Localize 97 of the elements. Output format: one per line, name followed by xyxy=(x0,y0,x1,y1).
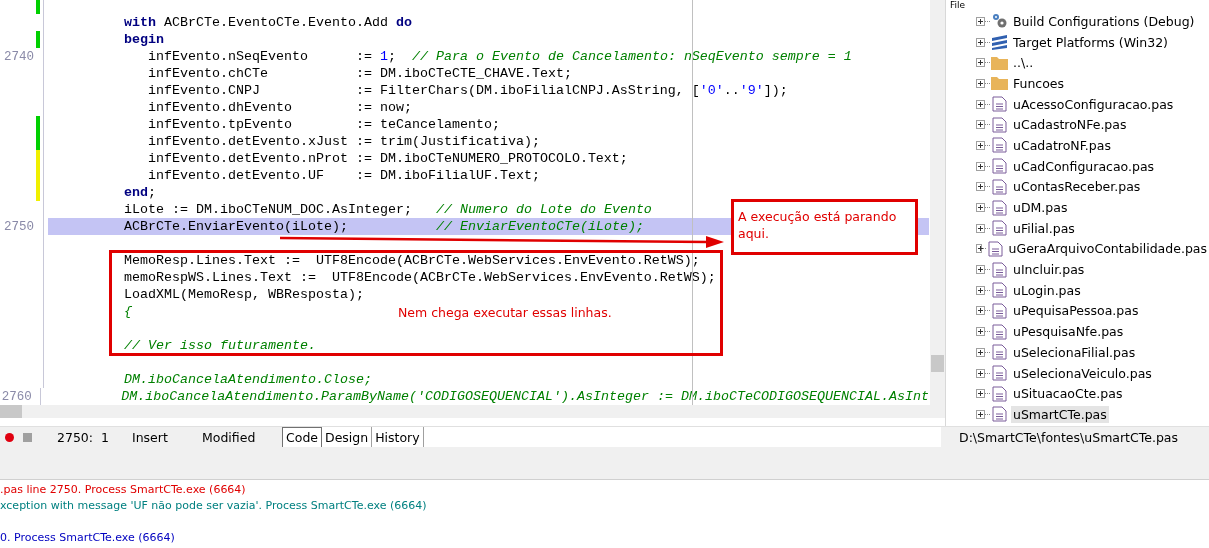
tree-item[interactable]: Target Platforms (Win32) xyxy=(1011,33,1170,51)
tree-item[interactable]: uContasReceber.pas xyxy=(1011,178,1143,196)
expand-icon[interactable] xyxy=(976,285,985,295)
tree-item[interactable]: uSelecionaFilial.pas xyxy=(1011,343,1138,361)
folder-icon xyxy=(991,54,1008,71)
expand-icon[interactable] xyxy=(976,58,985,68)
file-icon xyxy=(986,240,1004,257)
file-icon xyxy=(991,96,1008,113)
tree-item[interactable]: uCadastroNFe.pas xyxy=(1011,116,1129,134)
tree-item[interactable]: uSmartCTe.pas xyxy=(1011,405,1109,423)
code-line: begin xyxy=(122,32,164,47)
annotation-callout: A execução está parando aqui. xyxy=(731,199,918,255)
expand-icon[interactable] xyxy=(976,140,985,150)
file-icon xyxy=(991,406,1008,423)
expand-icon[interactable] xyxy=(976,368,985,378)
line-number: 2740 xyxy=(4,49,34,64)
code-line: iLote := DM.iboCTeNUM_DOC.AsInteger; // Numero do Lote do Evento xyxy=(122,202,652,217)
code-line: DM.iboCancelaAtendimento.Close; xyxy=(122,372,372,387)
tree-item[interactable]: uCadatroNF.pas xyxy=(1011,136,1113,154)
tree-item[interactable]: uGeraArquivoContabilidade.pas xyxy=(1006,240,1209,258)
expand-icon[interactable] xyxy=(976,347,985,357)
file-icon xyxy=(991,261,1008,278)
file-icon xyxy=(991,220,1008,237)
file-icon xyxy=(991,385,1008,402)
breakpoint-icon[interactable] xyxy=(5,432,14,442)
annotation-text: Nem chega executar essas linhas. xyxy=(398,305,612,320)
file-icon xyxy=(991,158,1008,175)
code-line: infEvento.dhEvento := now; xyxy=(146,100,412,115)
code-line: infEvento.detEvento.xJust := trim(Justificativa); xyxy=(146,134,540,149)
file-icon xyxy=(991,116,1008,133)
code-line: ACBrCTe.EnviarEvento(iLote); // EnviarEventoCTe(iLote); xyxy=(122,219,644,234)
file-icon xyxy=(991,199,1008,216)
file-icon xyxy=(991,344,1008,361)
code-line: memoRespWS.Lines.Text := UTF8Encode(ACBrCTe.WebServices.EnvEvento.RetWS); xyxy=(122,270,716,285)
layers-icon xyxy=(991,34,1008,51)
tree-item[interactable]: ..\.. xyxy=(1011,54,1036,72)
file-icon xyxy=(991,323,1008,340)
file-icon xyxy=(991,282,1008,299)
column-header: File xyxy=(950,0,967,11)
code-line: MemoResp.Lines.Text := UTF8Encode(ACBrCTe.WebServices.EnvEvento.RetWS); xyxy=(122,253,700,268)
modified-status: Modified xyxy=(202,429,257,445)
code-line: { xyxy=(122,304,132,319)
code-line: DM.iboCancelaAtendimento.ParamByName('CODIGOSEQUENCIAL').AsInteger := DM.iboCTeCODIGOSEQUENCIAL.AsInt xyxy=(120,389,929,404)
gear-icon xyxy=(991,13,1008,30)
code-line: infEvento.detEvento.nProt := DM.iboCTeNUMERO_PROTOCOLO.Text; xyxy=(146,151,628,166)
code-line: infEvento.CNPJ := FilterChars(DM.iboFilialCNPJ.AsString, ['0'..'9']); xyxy=(146,83,788,98)
expand-icon[interactable] xyxy=(976,16,985,26)
code-line: infEvento.chCTe := DM.iboCTeCTE_CHAVE.Text; xyxy=(146,66,572,81)
tree-item[interactable]: uDM.pas xyxy=(1011,199,1070,217)
scrollbar-thumb[interactable] xyxy=(931,355,944,372)
code-line: // Ver isso futuramente. xyxy=(122,338,316,353)
expand-icon[interactable] xyxy=(976,306,985,316)
tree-item[interactable]: uAcessoConfiguracao.pas xyxy=(1011,95,1176,113)
tree-item[interactable]: Build Configurations (Debug) xyxy=(1011,12,1197,30)
expand-icon[interactable] xyxy=(976,223,985,233)
expand-icon[interactable] xyxy=(976,244,983,254)
line-number: 2750 xyxy=(4,219,34,234)
cursor-position: 2750: 1 xyxy=(57,429,110,445)
tree-item[interactable]: uLogin.pas xyxy=(1011,281,1083,299)
expand-icon[interactable] xyxy=(976,161,985,171)
expand-icon[interactable] xyxy=(976,78,985,88)
code-line: infEvento.tpEvento := teCancelamento; xyxy=(146,117,500,132)
file-path: D:\SmartCTe\fontes\uSmartCTe.pas xyxy=(958,429,1180,445)
tree-item[interactable]: uIncluir.pas xyxy=(1011,261,1087,279)
tree-item[interactable]: uCadConfiguracao.pas xyxy=(1011,157,1157,175)
insert-mode: Insert xyxy=(132,429,169,445)
code-line: infEvento.detEvento.UF := DM.iboFilialUF.Text; xyxy=(146,168,540,183)
tree-item[interactable]: uFilial.pas xyxy=(1011,219,1077,237)
folder-icon xyxy=(991,75,1008,92)
code-line: LoadXML(MemoResp, WBResposta); xyxy=(122,287,364,302)
line-number: 2760 xyxy=(1,389,32,404)
tree-item[interactable]: uSelecionaVeiculo.pas xyxy=(1011,364,1154,382)
scrollbar-thumb[interactable] xyxy=(0,405,22,418)
tree-item[interactable]: uPequisaPessoa.pas xyxy=(1011,302,1141,320)
message-text: .pas line 2750. Process SmartCTe.exe (6664) xyxy=(0,483,246,496)
tree-item[interactable]: uPesquisaNfe.pas xyxy=(1011,323,1126,341)
code-line: with ACBrCTe.EventoCTe.Evento.Add do xyxy=(122,15,412,30)
message-text: xception with message 'UF não pode ser vazia'. Process SmartCTe.exe (6664) xyxy=(0,499,427,512)
expand-icon[interactable] xyxy=(976,99,985,109)
expand-icon[interactable] xyxy=(976,182,985,192)
file-icon xyxy=(991,302,1008,319)
file-icon xyxy=(991,365,1008,382)
expand-icon[interactable] xyxy=(976,120,985,130)
code-line: infEvento.nSeqEvento := 1; // Para o Evento de Cancelamento: nSeqEvento sempre = 1 xyxy=(146,49,852,64)
file-icon xyxy=(991,178,1008,195)
expand-icon[interactable] xyxy=(976,265,985,275)
expand-icon[interactable] xyxy=(976,37,985,47)
tree-item[interactable]: Funcoes xyxy=(1011,74,1067,92)
view-tab[interactable]: Code xyxy=(282,427,322,447)
expand-icon[interactable] xyxy=(976,409,985,419)
expand-icon[interactable] xyxy=(976,389,985,399)
message-text: 0. Process SmartCTe.exe (6664) xyxy=(0,531,175,544)
expand-icon[interactable] xyxy=(976,203,985,213)
expand-icon[interactable] xyxy=(976,327,985,337)
tree-item[interactable]: uSituacaoCte.pas xyxy=(1011,385,1125,403)
code-line: end; xyxy=(122,185,156,200)
file-icon xyxy=(991,137,1008,154)
